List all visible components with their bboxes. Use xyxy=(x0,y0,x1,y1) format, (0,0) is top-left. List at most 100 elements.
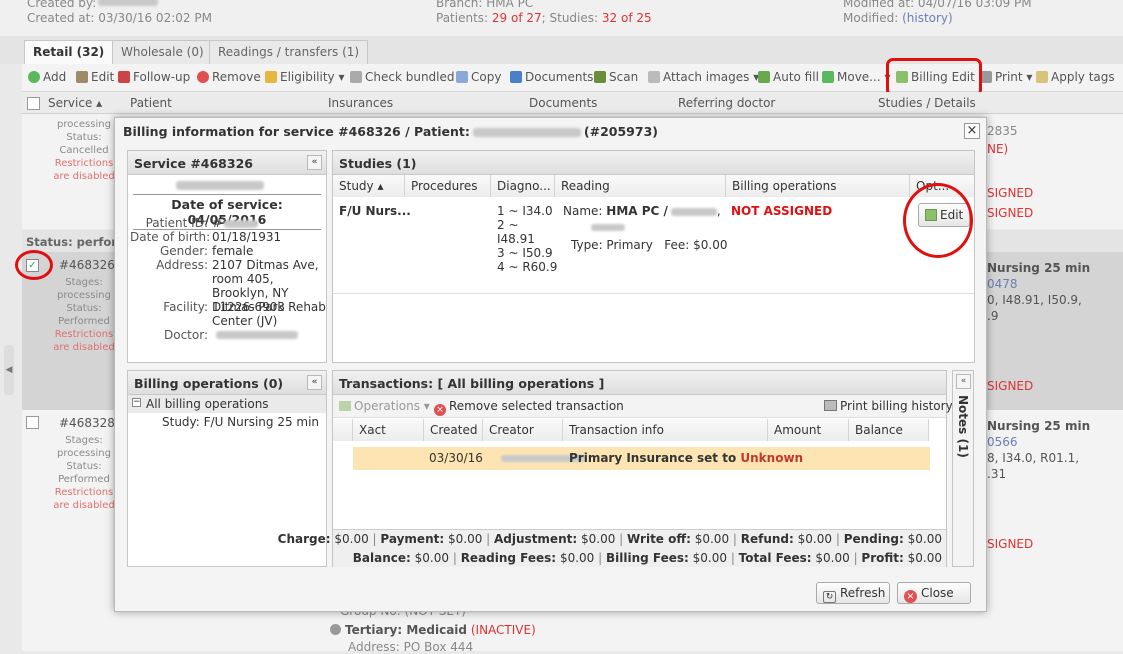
tab-readings-transfers[interactable]: Readings / transfers (1) xyxy=(209,40,369,64)
created-by-label: Created by: xyxy=(27,0,97,10)
patient-name-redacted xyxy=(176,181,264,190)
refresh-icon: ↻ xyxy=(823,591,836,603)
collapse-left-icon[interactable]: « xyxy=(307,375,322,390)
add-button[interactable]: Add xyxy=(28,70,66,84)
tree-child-study[interactable]: Study: F/U Nursing 25 min xyxy=(162,415,319,429)
studies-grid-header: Study ▴ Procedures Diagno... Reading Bil… xyxy=(333,175,974,197)
row3-stage-info: Stages: processing Status: Performed Res… xyxy=(53,435,115,511)
notes-tab-label[interactable]: Notes (1) xyxy=(956,395,970,458)
gender-value: female xyxy=(212,244,254,258)
summary-line-2: Balance: $0.00 | Reading Fees: $0.00 | B… xyxy=(352,551,942,565)
patients-count[interactable]: 29 of 27 xyxy=(492,11,542,25)
study-row[interactable]: F/U Nurs... 1 ~ I34.0 2 ~ I48.91 3 ~ I50… xyxy=(333,198,974,294)
patient-name-redacted xyxy=(472,128,581,137)
summary-label: Balance: xyxy=(352,551,411,565)
summary-label: Billing Fees: xyxy=(605,551,689,565)
column-billing-operations[interactable]: Billing operations xyxy=(726,175,910,197)
tab-retail[interactable]: Retail (32) xyxy=(24,40,114,64)
row-checkbox[interactable] xyxy=(26,416,39,429)
expand-notes-icon[interactable]: « xyxy=(956,374,971,389)
copy-button[interactable]: Copy xyxy=(456,70,501,84)
transactions-panel: Transactions: [ All billing operations ]… xyxy=(278,370,953,567)
tab-wholesale[interactable]: Wholesale (0) xyxy=(112,40,213,64)
column-diagnoses[interactable]: Diagno... xyxy=(491,175,555,197)
summary-value: $0.00 xyxy=(559,551,595,565)
paperclip-icon xyxy=(648,71,660,83)
column-amount[interactable]: Amount xyxy=(768,419,849,441)
studies-count[interactable]: 32 of 25 xyxy=(602,11,652,25)
summary-value: $0.00 xyxy=(694,532,730,546)
summary-value: $0.00 xyxy=(447,532,483,546)
doctor-label: Doctor: xyxy=(164,328,208,342)
column-xact[interactable]: Xact xyxy=(353,419,424,441)
remove-icon: × xyxy=(434,404,446,416)
collapse-left-icon[interactable]: « xyxy=(307,155,322,170)
eligibility-button[interactable]: Eligibility ▾ xyxy=(265,70,344,84)
billing-information-dialog: Billing information for service #468326 … xyxy=(114,117,987,612)
print-icon xyxy=(824,400,837,411)
close-button[interactable]: × Close xyxy=(897,582,971,604)
tertiary-address: Address: PO Box 444 xyxy=(348,640,474,654)
reading-type: Type: Primary Fee: $0.00 xyxy=(571,238,728,252)
apply-tags-button[interactable]: Apply tags xyxy=(1036,70,1115,84)
notes-side-tab[interactable]: « Notes (1) xyxy=(952,370,974,567)
column-studies-details[interactable]: Studies / Details xyxy=(878,96,976,110)
documents-icon xyxy=(510,71,522,83)
history-link[interactable]: (history) xyxy=(902,11,953,25)
summary-value: $0.00 xyxy=(334,532,369,546)
follow-up-button[interactable]: Follow-up xyxy=(118,70,190,84)
remove-selected-transaction-button[interactable]: × Remove selected transaction xyxy=(434,399,624,416)
refresh-button[interactable]: ↻ Refresh xyxy=(816,582,890,604)
operations-menu[interactable]: Operations ▾ xyxy=(339,399,430,413)
print-billing-history-button[interactable]: Print billing history xyxy=(824,399,953,413)
side-collapse-handle[interactable]: ◀ xyxy=(4,345,14,395)
status-dot-icon xyxy=(330,624,341,635)
column-created[interactable]: Created xyxy=(424,419,483,441)
tree-root[interactable]: − All billing operations xyxy=(128,395,326,413)
transaction-info: Primary Insurance set to Unknown xyxy=(569,451,804,465)
column-service[interactable]: Service ▴ xyxy=(48,96,102,110)
billing-operations-title: Billing operations (0) « xyxy=(128,371,326,395)
select-all-checkbox[interactable] xyxy=(27,97,40,110)
check-bundled-button[interactable]: Check bundled xyxy=(350,70,455,84)
arrow-right-icon xyxy=(822,71,834,83)
summary-value: $0.00 xyxy=(907,532,942,546)
row1-stage-info: processing Status: Cancelled Restriction… xyxy=(53,119,115,182)
study-name: F/U Nurs... xyxy=(339,204,411,218)
documents-button[interactable]: Documents xyxy=(510,70,593,84)
annotation-circle-checkbox xyxy=(15,250,53,280)
remove-button[interactable]: Remove xyxy=(197,70,261,84)
column-procedures[interactable]: Procedures xyxy=(405,175,491,197)
summary-label: Reading Fees: xyxy=(460,551,557,565)
column-creator[interactable]: Creator xyxy=(483,419,563,441)
print-button[interactable]: Print ▾ xyxy=(980,70,1032,84)
column-documents[interactable]: Documents xyxy=(529,96,597,110)
reading-name: Name: HMA PC /, xyxy=(563,204,721,218)
dob-value: 01/18/1931 xyxy=(212,230,282,244)
column-reading[interactable]: Reading xyxy=(555,175,726,197)
tree-collapse-icon[interactable]: − xyxy=(132,398,141,407)
move-button[interactable]: Move... ▾ xyxy=(822,70,890,84)
column-transaction-info[interactable]: Transaction info xyxy=(563,419,768,441)
transaction-row[interactable]: 03/30/16 Primary Insurance set to Unknow… xyxy=(353,447,930,470)
tertiary-insurance: Tertiary: Medicaid (INACTIVE) xyxy=(330,623,536,637)
attach-images-button[interactable]: Attach images ▾ xyxy=(648,70,759,84)
doctor-redacted xyxy=(216,331,298,339)
facility-label: Facility: xyxy=(163,300,208,314)
summary-value: $0.00 xyxy=(797,532,833,546)
edit-button[interactable]: Edit xyxy=(76,70,114,84)
summary-value: $0.00 xyxy=(580,532,616,546)
dialog-title: Billing information for service #468326 … xyxy=(115,118,986,144)
row3-details: Nursing 25 min 0566 8, I34.0, R01.1, .31… xyxy=(987,419,1091,551)
auto-fill-button[interactable]: Auto fill xyxy=(758,70,819,84)
dialog-close-icon[interactable]: × xyxy=(964,123,980,139)
column-patient[interactable]: Patient xyxy=(130,96,172,110)
column-study[interactable]: Study ▴ xyxy=(333,175,405,197)
scan-button[interactable]: Scan xyxy=(594,70,638,84)
link-icon xyxy=(350,71,362,83)
column-insurances[interactable]: Insurances xyxy=(328,96,393,110)
column-referring-doctor[interactable]: Referring doctor xyxy=(678,96,775,110)
column-balance[interactable]: Balance xyxy=(849,419,929,441)
row3-id: #468328 xyxy=(59,416,115,430)
summary-label: Adjustment: xyxy=(494,532,578,546)
